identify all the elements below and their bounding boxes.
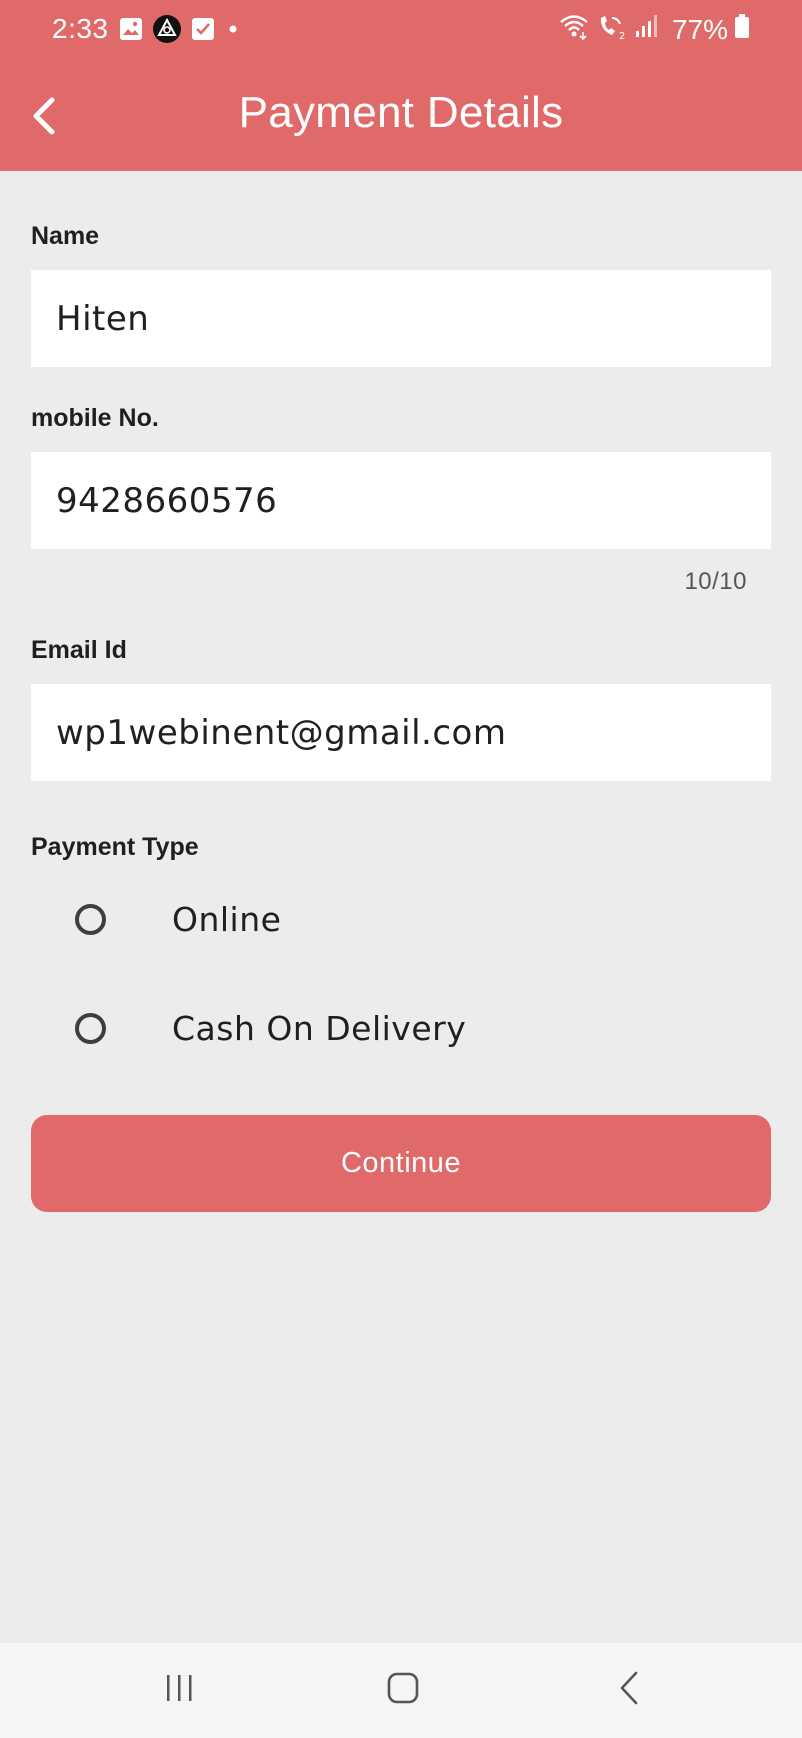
- status-bar: 2:33 2 77%: [0, 0, 802, 60]
- radio-option-cash-on-delivery[interactable]: Cash On Delivery: [31, 983, 771, 1073]
- wifi-icon: [558, 12, 590, 47]
- payment-type-label: Payment Type: [31, 833, 199, 861]
- app-icon: [152, 14, 182, 51]
- battery-percent: 77%: [671, 13, 728, 45]
- name-field[interactable]: [31, 270, 771, 367]
- radio-button-icon[interactable]: [75, 1012, 106, 1044]
- status-icons-left: [119, 14, 242, 51]
- status-icons-right: 2 77%: [558, 12, 750, 47]
- checkbox-icon: [191, 17, 215, 48]
- dot-icon: [224, 17, 242, 48]
- mobile-field[interactable]: [31, 452, 771, 549]
- recents-button[interactable]: [149, 1663, 209, 1713]
- wifi-calling-icon: 2: [596, 12, 628, 47]
- email-label: Email Id: [31, 636, 127, 664]
- name-input[interactable]: [31, 270, 746, 367]
- radio-button-icon[interactable]: [75, 903, 106, 935]
- name-label: Name: [31, 222, 100, 250]
- radio-label-cash-on-delivery: Cash On Delivery: [172, 1008, 467, 1048]
- home-icon: [387, 1672, 419, 1704]
- gallery-icon: [119, 17, 143, 48]
- app-bar: 2:33 2 77% Payment Details: [0, 0, 802, 171]
- page-title: Payment Details: [238, 88, 564, 137]
- mobile-input[interactable]: [31, 452, 746, 549]
- recents-icon: [167, 1675, 192, 1701]
- mobile-character-counter: 10/10: [684, 568, 747, 595]
- email-input[interactable]: [31, 684, 746, 781]
- radio-option-online[interactable]: Online: [31, 874, 771, 964]
- mobile-label: mobile No.: [31, 404, 159, 432]
- signal-icon: [634, 12, 660, 47]
- home-button[interactable]: [373, 1663, 433, 1713]
- continue-button[interactable]: Continue: [31, 1115, 771, 1212]
- back-icon: [620, 1671, 638, 1705]
- system-back-button[interactable]: [600, 1663, 660, 1713]
- status-time: 2:33: [52, 13, 109, 44]
- radio-label-online: Online: [172, 899, 282, 939]
- email-field[interactable]: [31, 684, 771, 781]
- svg-text:2: 2: [619, 31, 625, 40]
- system-navigation-bar: [0, 1643, 802, 1738]
- battery-icon: [734, 12, 750, 47]
